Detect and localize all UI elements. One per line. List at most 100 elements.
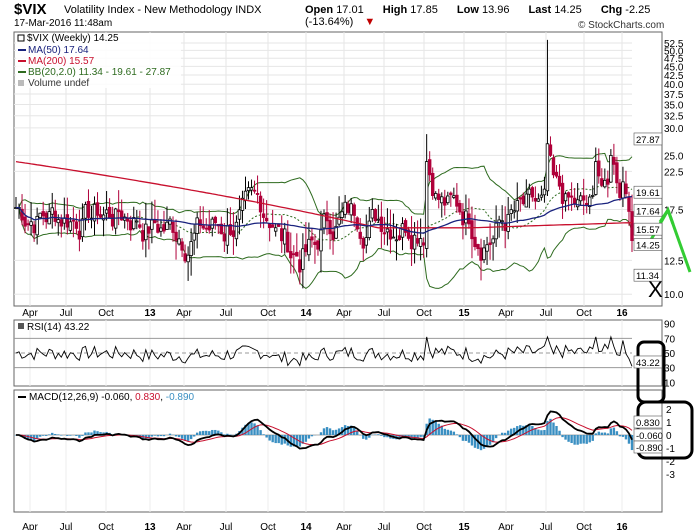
x-tick-label: Apr xyxy=(336,522,352,530)
candle-body xyxy=(171,221,175,233)
candle-body xyxy=(286,231,290,253)
x-tick-label: Oct xyxy=(98,522,114,530)
candle-body xyxy=(32,224,36,234)
candle-body xyxy=(65,214,70,228)
macd-hist-bar xyxy=(189,435,193,440)
candle-body xyxy=(80,218,85,238)
x-tick-label: Oct xyxy=(576,308,592,319)
candle-body xyxy=(361,237,365,249)
candle-body xyxy=(600,178,604,186)
price-tick-label: 10.0 xyxy=(664,290,684,301)
macd-hist-bar xyxy=(198,431,202,435)
candle-body xyxy=(530,187,535,198)
candle-body xyxy=(400,223,405,238)
candle-body xyxy=(270,224,275,228)
candle-body xyxy=(340,211,344,218)
candle-body xyxy=(434,193,438,199)
macd-hist-bar xyxy=(618,435,622,437)
macd-hist-bar xyxy=(452,431,456,435)
x-tick-label: Oct xyxy=(260,308,276,319)
candle-body xyxy=(195,217,199,234)
macd-hist-bar xyxy=(262,434,265,435)
tag-macd: -0.060 xyxy=(636,431,663,442)
legend-ma200: MA(200) 15.57 xyxy=(28,56,95,67)
candle-body xyxy=(624,183,628,195)
candle-body xyxy=(150,219,154,230)
candle-body xyxy=(258,195,263,213)
macd-panel xyxy=(13,389,663,513)
candle-body xyxy=(110,213,115,227)
candle-body xyxy=(98,214,103,218)
macd-hist-bar xyxy=(561,435,564,438)
macd-hist-bar xyxy=(419,435,422,437)
macd-hist-bar xyxy=(585,435,588,444)
candle-body xyxy=(424,161,429,249)
macd-hist-bar xyxy=(573,435,576,445)
macd-hist-bar xyxy=(576,435,579,445)
macd-hist-bar xyxy=(310,435,314,437)
candle-body xyxy=(542,188,547,196)
candle-body xyxy=(159,227,163,232)
macd-hist-bar xyxy=(510,428,513,435)
candle-body xyxy=(328,219,332,235)
macd-hist-bar xyxy=(195,432,199,435)
macd-hist-bar xyxy=(271,435,274,443)
candle-body xyxy=(461,211,465,226)
macd-hist-bar xyxy=(253,423,256,435)
candle-body xyxy=(382,232,387,235)
candle-body xyxy=(50,207,54,215)
candle-body xyxy=(301,248,305,270)
legend-price: $VIX (Weekly) 14.25 xyxy=(27,33,119,44)
macd-hist-bar xyxy=(356,431,359,435)
macd-hist-bar xyxy=(494,435,498,439)
macd-hist-bar xyxy=(570,435,573,444)
candle-body xyxy=(86,200,91,218)
candle-body xyxy=(370,209,375,219)
price-tick-label: 25.0 xyxy=(664,151,684,162)
macd-hist-bar xyxy=(174,435,178,437)
candle-body xyxy=(246,187,251,191)
candle-body xyxy=(141,230,145,242)
candle-body xyxy=(446,195,450,204)
macd-hist-bar xyxy=(612,427,616,435)
x-tick-label: 15 xyxy=(458,308,470,319)
x-tick-label: 13 xyxy=(144,522,156,530)
tag-rsi: 43.22 xyxy=(636,358,660,369)
price-tick-label: 30.0 xyxy=(664,124,684,135)
candle-body xyxy=(116,209,121,213)
candle-body xyxy=(71,219,76,222)
candle-body xyxy=(479,247,483,261)
rsi-tick-label: 90 xyxy=(664,320,676,331)
macd-hist-bar xyxy=(180,435,184,439)
candle-body xyxy=(585,202,589,206)
candle-body xyxy=(104,209,109,214)
tag-bb-mid: 19.61 xyxy=(636,188,660,199)
macd-hist-bar xyxy=(467,435,471,443)
candle-body xyxy=(298,259,302,273)
macd-hist-bar xyxy=(322,428,326,435)
rsi-legend-text: RSI(14) 43.22 xyxy=(27,322,90,333)
candle-body xyxy=(192,232,196,241)
candle-body xyxy=(494,222,498,240)
candle-body xyxy=(621,181,625,199)
x-tick-label: Apr xyxy=(336,308,352,319)
candle-body xyxy=(213,216,217,224)
macd-hist-bar xyxy=(202,430,205,435)
candle-body xyxy=(491,238,495,244)
candle-body xyxy=(352,204,356,216)
candle-body xyxy=(627,196,631,212)
x-tick-label: Jul xyxy=(220,308,233,319)
candle-body xyxy=(292,253,296,256)
macd-hist-bar xyxy=(564,435,567,440)
tag-ma50: 17.64 xyxy=(636,206,660,217)
macd-hist-bar xyxy=(331,430,335,435)
candle-body xyxy=(566,192,571,198)
macd-legend-prefix: MACD(12,26,9) -0.060, xyxy=(29,392,135,403)
macd-hist-bar xyxy=(552,422,555,435)
macd-hist-bar xyxy=(48,434,51,435)
candle-body xyxy=(518,197,522,200)
macd-hist-bar xyxy=(256,425,259,435)
x-tick-label: Apr xyxy=(176,522,192,530)
rsi-tick-label: 30 xyxy=(664,364,676,375)
candle-body xyxy=(144,223,148,241)
